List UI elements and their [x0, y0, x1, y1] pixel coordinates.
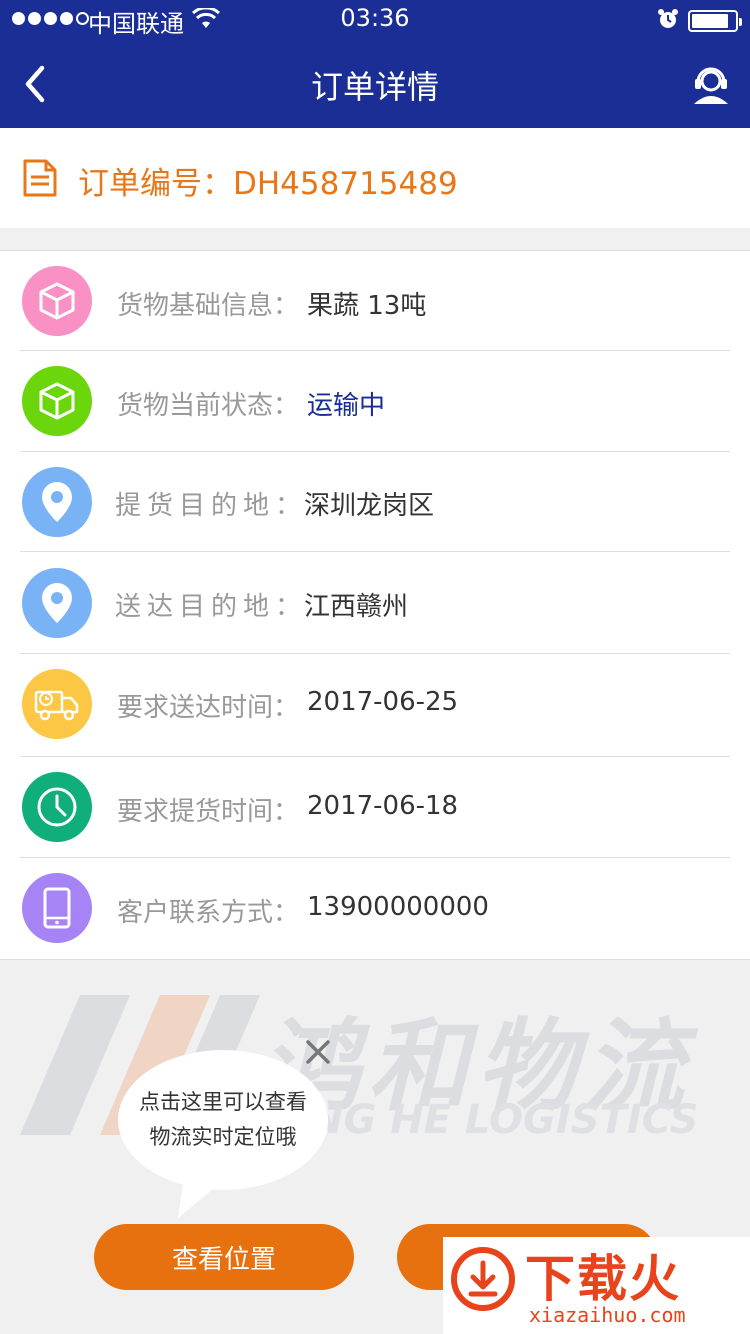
location-pin-icon: [22, 568, 92, 638]
logo-text: 下载火: [525, 1250, 681, 1308]
goods-status-label: 货物当前状态：: [117, 391, 300, 421]
status-time: 03:36: [340, 4, 410, 32]
tooltip-line-2: 物流实时定位哦: [149, 1125, 297, 1149]
site-logo-overlay: 下载火 xiazaihuo.com: [443, 1237, 750, 1334]
list-item-delivery-location: 送达目的地： 江西赣州: [0, 552, 750, 654]
document-icon: [22, 158, 58, 202]
box-icon: [22, 366, 92, 436]
contact-value[interactable]: 13900000000: [307, 892, 489, 922]
tooltip-line-1: 点击这里可以查看: [139, 1090, 307, 1114]
box-icon: [22, 266, 92, 336]
tooltip-tail: [178, 1170, 230, 1218]
alarm-icon: [657, 8, 679, 36]
phone-icon: [22, 873, 92, 943]
list-item-delivery-time: 要求送达时间： 2017-06-25: [0, 654, 750, 757]
list-item-contact: 客户联系方式： 13900000000: [0, 858, 750, 960]
list-item-pickup-time: 要求提货时间： 2017-06-18: [0, 757, 750, 858]
pickup-time-label: 要求提货时间：: [117, 797, 300, 827]
goods-info-value: 果蔬 13吨: [307, 291, 427, 321]
order-number: 订单编号：DH458715489: [78, 166, 458, 202]
view-location-button[interactable]: 查看位置: [94, 1224, 354, 1290]
pickup-location-label: 提货目的地：: [115, 491, 308, 521]
delivery-time-value: 2017-06-25: [307, 687, 459, 717]
list-item-pickup-location: 提货目的地： 深圳龙岗区: [0, 452, 750, 552]
goods-info-label: 货物基础信息：: [117, 291, 300, 321]
page-title: 订单详情: [310, 68, 439, 106]
watermark-english-text: NG HE LOGISTICS: [310, 1097, 699, 1143]
clock-icon: [22, 772, 92, 842]
customer-service-icon[interactable]: [690, 64, 732, 106]
pickup-time-value: 2017-06-18: [307, 791, 459, 821]
close-icon[interactable]: [300, 1034, 336, 1070]
delivery-truck-icon: [22, 669, 92, 739]
list-item-goods-info: 货物基础信息： 果蔬 13吨: [0, 251, 750, 351]
status-bar: 中国联通 03:36: [0, 0, 750, 40]
delivery-location-value: 江西赣州: [304, 592, 409, 622]
location-pin-icon: [22, 467, 92, 537]
logo-url: xiazaihuo.com: [529, 1303, 686, 1327]
app-header: 中国联通 03:36 订单详情: [0, 0, 750, 128]
delivery-location-label: 送达目的地：: [115, 592, 308, 622]
tooltip-text: 点击这里可以查看 物流实时定位哦: [118, 1085, 328, 1155]
delivery-time-label: 要求送达时间：: [117, 693, 300, 723]
contact-label: 客户联系方式：: [117, 898, 300, 928]
order-number-row: 订单编号：DH458715489: [0, 128, 750, 228]
download-icon: [451, 1247, 515, 1311]
goods-status-value: 运输中: [307, 391, 386, 421]
order-info-list: 货物基础信息： 果蔬 13吨 货物当前状态： 运输中 提货目的地： 深圳龙岗区 …: [0, 250, 750, 960]
battery-icon: [688, 10, 742, 32]
list-item-goods-status: 货物当前状态： 运输中: [0, 351, 750, 452]
pickup-location-value: 深圳龙岗区: [304, 491, 435, 521]
